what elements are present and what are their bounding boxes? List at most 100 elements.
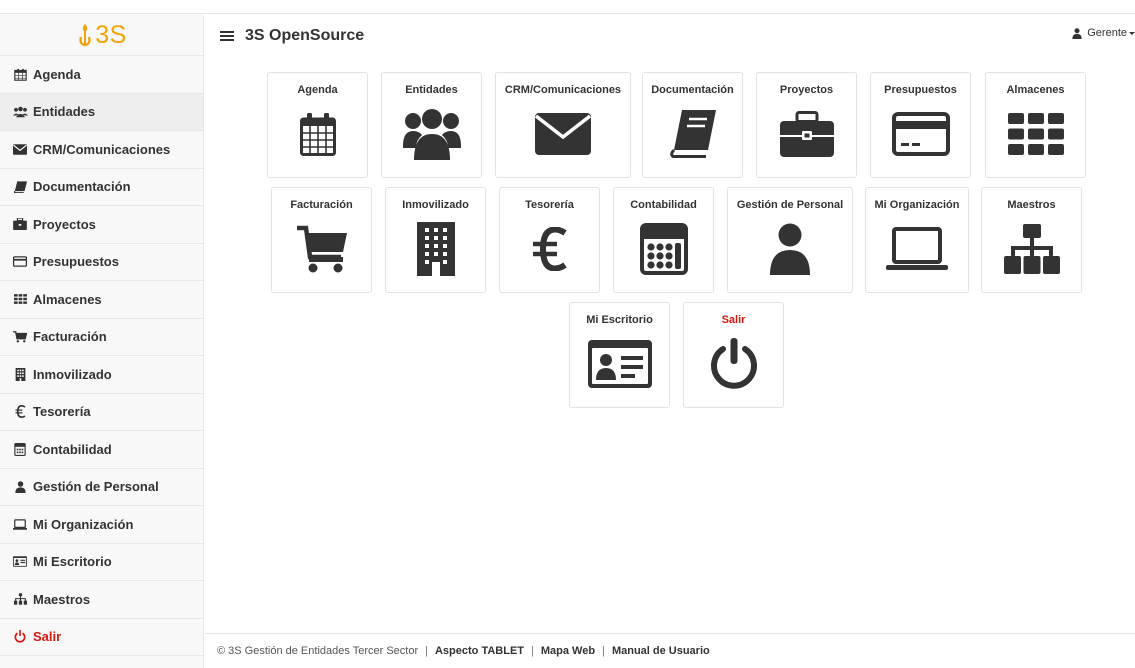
user-menu-dropdown[interactable]: Gerente: [1072, 27, 1135, 39]
tile-agenda[interactable]: Agenda: [267, 72, 368, 178]
link-manual-usuario[interactable]: Manual de Usuario: [612, 645, 710, 657]
calendar-icon: [268, 104, 367, 164]
sidebar-item-agenda[interactable]: Agenda: [0, 56, 203, 94]
users-icon: [382, 104, 481, 164]
power-icon: [684, 334, 783, 394]
sidebar-item-proyectos[interactable]: Proyectos: [0, 206, 203, 244]
building-icon: [12, 367, 28, 381]
user-icon: [12, 480, 28, 494]
laptop-icon: [12, 517, 28, 531]
sidebar-item-label: CRM/Comunicaciones: [33, 141, 171, 157]
tile-gestion-personal[interactable]: Gestión de Personal: [727, 187, 853, 293]
tile-label: Inmovilizado: [402, 199, 469, 211]
sidebar-item-label: Agenda: [33, 66, 81, 82]
sidebar-item-crm[interactable]: CRM/Comunicaciones: [0, 131, 203, 169]
page-title: 3S OpenSource: [245, 26, 365, 44]
logo-text: 3S: [76, 21, 127, 50]
envelope-icon: [496, 104, 630, 164]
footer: © 3S Gestión de Entidades Tercer Sector …: [205, 633, 1135, 668]
sidebar-item-salir[interactable]: Salir: [0, 619, 203, 656]
tile-mi-organizacion[interactable]: Mi Organización: [865, 187, 969, 293]
tile-label: Salir: [721, 314, 746, 326]
tile-label: Mi Organización: [874, 199, 960, 211]
cart-icon: [272, 219, 371, 279]
tile-label: Mi Escritorio: [586, 314, 653, 326]
copyright-text: © 3S Gestión de Entidades Tercer Sector: [217, 645, 419, 657]
top-bar: [0, 0, 1135, 14]
tile-contabilidad[interactable]: Contabilidad: [613, 187, 714, 293]
tile-label: Almacenes: [1006, 84, 1065, 96]
book-icon: [643, 104, 742, 164]
link-aspecto-tablet[interactable]: Aspecto TABLET: [435, 645, 524, 657]
sidebar-item-label: Maestros: [33, 591, 91, 607]
link-mapa-web[interactable]: Mapa Web: [541, 645, 595, 657]
tile-label: CRM/Comunicaciones: [504, 84, 622, 96]
calendar-icon: [12, 67, 28, 81]
book-icon: [12, 180, 28, 194]
logo-mark-icon: [79, 24, 91, 47]
menu-toggle-button[interactable]: [219, 29, 235, 43]
sidebar-item-inmovilizado[interactable]: Inmovilizado: [0, 356, 203, 394]
sidebar-item-label: Gestión de Personal: [33, 479, 159, 495]
tile-documentacion[interactable]: Documentación: [642, 72, 743, 178]
sidebar-item-label: Salir: [33, 629, 62, 645]
tile-inmovilizado[interactable]: Inmovilizado: [385, 187, 486, 293]
tile-proyectos[interactable]: Proyectos: [756, 72, 857, 178]
id-card-icon: [570, 334, 669, 394]
tile-crm-comunicaciones[interactable]: CRM/Comunicaciones: [495, 72, 631, 178]
sidebar-item-label: Contabilidad: [33, 441, 112, 457]
sidebar-item-mi-escritorio[interactable]: Mi Escritorio: [0, 544, 203, 581]
briefcase-icon: [757, 104, 856, 164]
tile-salir[interactable]: Salir: [683, 302, 784, 408]
sidebar-item-label: Proyectos: [33, 216, 96, 232]
hamburger-line: [220, 34, 234, 37]
user-icon: [1072, 27, 1082, 39]
footer-separator: |: [531, 645, 534, 657]
sitemap-icon: [982, 219, 1081, 279]
footer-separator: |: [425, 645, 428, 657]
euro-icon: [12, 405, 28, 419]
credit-card-icon: [871, 104, 970, 164]
sidebar-item-label: Entidades: [33, 104, 96, 120]
tile-presupuestos[interactable]: Presupuestos: [870, 72, 971, 178]
tile-label: Gestión de Personal: [736, 199, 844, 211]
sidebar-item-presupuestos[interactable]: Presupuestos: [0, 244, 203, 281]
tile-label: Proyectos: [779, 84, 834, 96]
sidebar-item-contabilidad[interactable]: Contabilidad: [0, 431, 203, 469]
user-name: Gerente: [1087, 27, 1127, 39]
footer-separator: |: [602, 645, 605, 657]
sidebar-item-documentacion[interactable]: Documentación: [0, 169, 203, 206]
credit-card-icon: [12, 255, 28, 269]
logo[interactable]: 3S: [0, 15, 203, 56]
sidebar-item-gestion-personal[interactable]: Gestión de Personal: [0, 469, 203, 506]
sidebar-item-tesoreria[interactable]: Tesorería: [0, 394, 203, 431]
tile-almacenes[interactable]: Almacenes: [985, 72, 1086, 178]
laptop-icon: [866, 219, 968, 279]
sidebar-item-almacenes[interactable]: Almacenes: [0, 281, 203, 319]
envelope-icon: [12, 142, 28, 156]
sitemap-icon: [12, 592, 28, 606]
cart-icon: [12, 330, 28, 344]
calculator-icon: [614, 219, 713, 279]
tile-entidades[interactable]: Entidades: [381, 72, 482, 178]
logo-label: 3S: [95, 20, 127, 49]
tile-maestros[interactable]: Maestros: [981, 187, 1082, 293]
tile-tesoreria[interactable]: Tesorería: [499, 187, 600, 293]
id-card-icon: [12, 555, 28, 569]
sidebar-item-mi-organizacion[interactable]: Mi Organización: [0, 506, 203, 544]
sidebar-item-label: Documentación: [33, 179, 131, 195]
sidebar-item-label: Mi Organización: [33, 516, 134, 532]
sidebar-item-maestros[interactable]: Maestros: [0, 581, 203, 619]
tile-mi-escritorio[interactable]: Mi Escritorio: [569, 302, 670, 408]
sidebar-item-facturacion[interactable]: Facturación: [0, 319, 203, 356]
tile-label: Maestros: [1007, 199, 1056, 211]
sidebar-item-label: Tesorería: [33, 404, 91, 420]
briefcase-icon: [12, 217, 28, 231]
user-icon: [728, 219, 852, 279]
header: 3S OpenSource Gerente: [205, 15, 1135, 56]
grid-icon: [12, 292, 28, 306]
sidebar-item-label: Presupuestos: [33, 254, 119, 270]
sidebar-item-entidades[interactable]: Entidades: [0, 93, 203, 131]
sidebar-item-label: Almacenes: [33, 291, 102, 307]
tile-facturacion[interactable]: Facturación: [271, 187, 372, 293]
